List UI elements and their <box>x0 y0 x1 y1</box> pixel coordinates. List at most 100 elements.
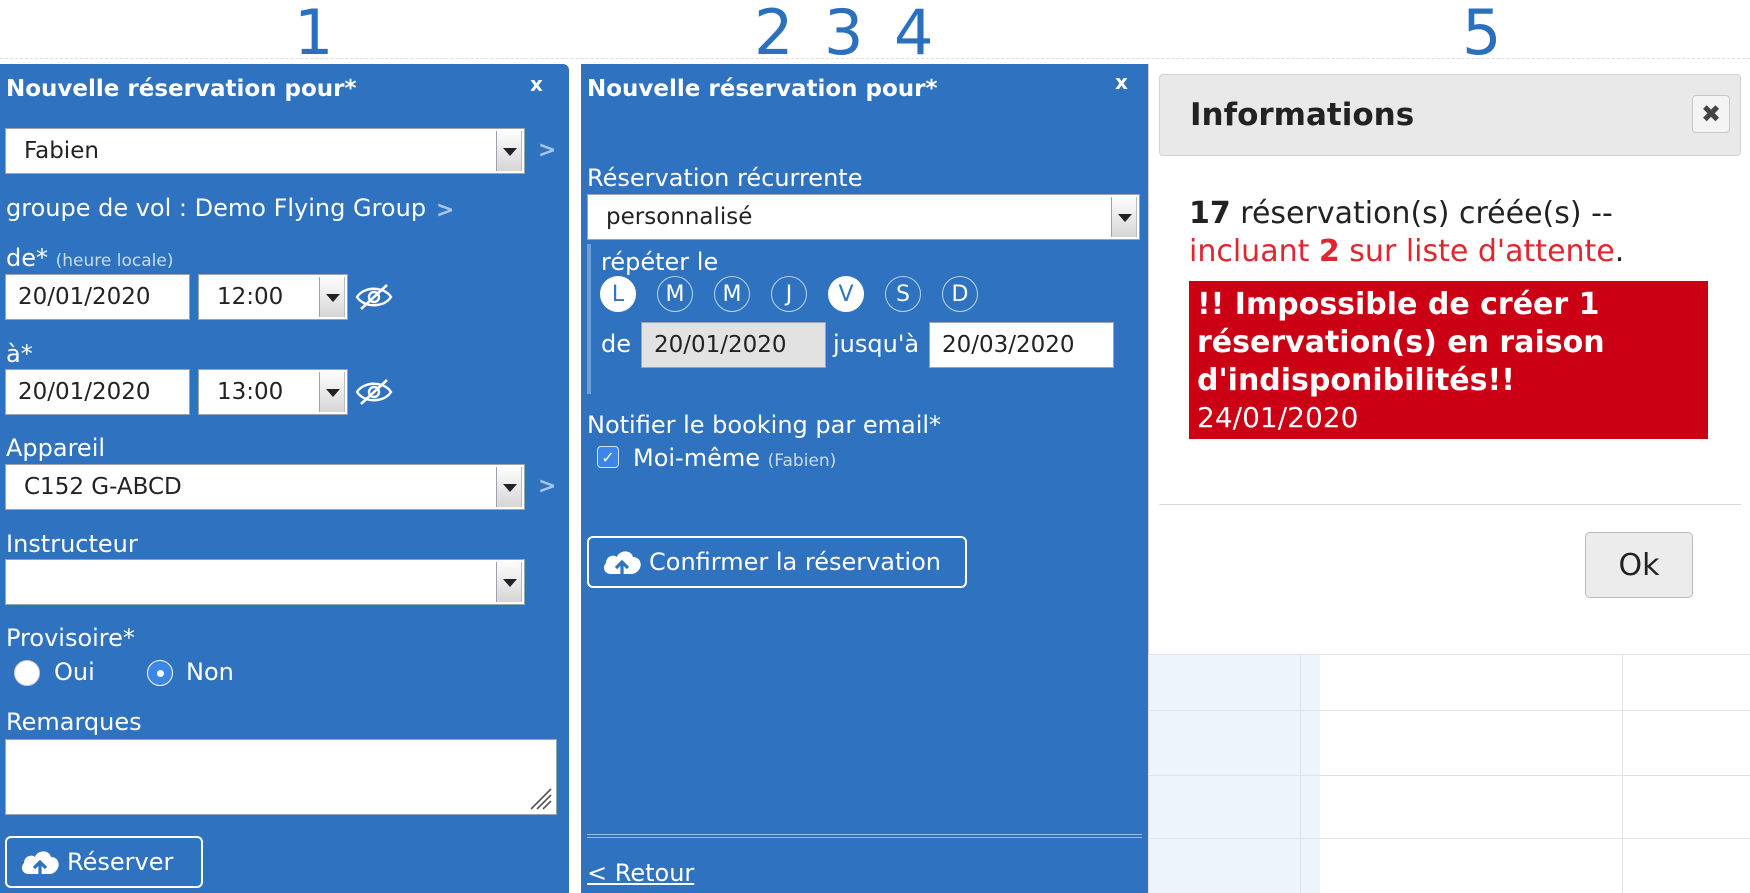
remarks-label: Remarques <box>6 708 142 736</box>
reserve-button[interactable]: Réserver <box>5 836 203 888</box>
eye-off-icon[interactable] <box>355 282 393 312</box>
from-label: de* (heure locale) <box>6 244 173 272</box>
day-toggle-friday[interactable]: V <box>828 276 864 312</box>
provisional-yes-radio[interactable] <box>14 660 40 686</box>
notify-self-name: (Fabien) <box>767 451 837 471</box>
notify-label: Notifier le booking par email* <box>587 411 942 439</box>
info-dialog: Informations ✖ 17 réservation(s) créée(s… <box>1148 64 1750 654</box>
close-icon[interactable]: ✖ <box>1692 95 1730 133</box>
from-date-input[interactable]: 20/01/2020 <box>5 274 190 320</box>
chevron-down-icon <box>496 467 522 507</box>
from-label-text: de* <box>6 244 48 272</box>
aircraft-label: Appareil <box>6 434 106 462</box>
booking-panel-step1: Nouvelle réservation pour* x Fabien > gr… <box>0 64 569 893</box>
created-count: 17 <box>1189 196 1231 231</box>
notify-self-text: Moi-même <box>633 444 761 472</box>
step-number-1: 1 <box>294 0 334 69</box>
error-line-3: d'indisponibilités!! <box>1197 363 1515 398</box>
recurrence-options <box>587 244 591 394</box>
aircraft-select-value: C152 G-ABCD <box>24 474 182 500</box>
remarks-textarea[interactable] <box>5 739 557 815</box>
step-number-2: 2 <box>754 0 794 69</box>
dialog-header: Informations ✖ <box>1159 74 1741 156</box>
instructor-select[interactable] <box>5 559 525 605</box>
chevron-down-icon <box>496 562 522 602</box>
chevron-down-icon <box>496 131 522 171</box>
chevron-down-icon <box>319 277 345 317</box>
reserve-button-label: Réserver <box>67 848 174 876</box>
waitlist-count: 2 <box>1318 234 1340 269</box>
cloud-upload-icon <box>21 851 59 876</box>
panel-title: Nouvelle réservation pour* <box>6 76 357 102</box>
aircraft-select[interactable]: C152 G-ABCD <box>5 464 525 510</box>
instructor-label: Instructeur <box>6 530 138 558</box>
confirm-booking-label: Confirmer la réservation <box>649 548 941 576</box>
eye-off-icon[interactable] <box>355 377 393 407</box>
error-date: 24/01/2020 <box>1197 401 1359 434</box>
day-toggle-saturday[interactable]: S <box>885 276 921 312</box>
recurring-select-value: personnalisé <box>606 204 753 230</box>
resize-handle-icon[interactable] <box>527 785 553 811</box>
recurrence-until-date[interactable]: 20/03/2020 <box>929 322 1114 368</box>
waitlist-prefix: incluant <box>1189 234 1319 269</box>
close-button[interactable]: x <box>1115 70 1128 94</box>
waitlist-suffix: sur liste d'attente <box>1339 234 1615 269</box>
to-time-value: 13:00 <box>217 379 284 405</box>
flying-group-link[interactable]: groupe de vol : Demo Flying Group <box>6 194 426 222</box>
chevron-down-icon <box>319 372 345 412</box>
confirm-booking-button[interactable]: Confirmer la réservation <box>587 536 967 588</box>
step-number-4: 4 <box>894 0 934 69</box>
provisional-yes-label[interactable]: Oui <box>54 658 95 686</box>
chevron-right-icon[interactable]: > <box>538 474 556 499</box>
notify-self-label[interactable]: Moi-même (Fabien) <box>633 444 836 472</box>
pilot-select[interactable]: Fabien <box>5 128 525 174</box>
recurring-label: Réservation récurrente <box>587 164 863 192</box>
error-line-1: !! Impossible de créer 1 <box>1197 287 1600 322</box>
local-time-hint: (heure locale) <box>55 251 174 271</box>
repeat-label: répéter le <box>601 248 719 276</box>
created-count-suffix: réservation(s) créée(s) -- <box>1230 196 1613 231</box>
provisional-no-label[interactable]: Non <box>186 658 234 686</box>
waitlist-period: . <box>1614 234 1625 269</box>
chevron-down-icon <box>1111 197 1137 237</box>
to-time-select[interactable]: 13:00 <box>198 369 348 415</box>
to-date-value: 20/01/2020 <box>18 379 151 405</box>
calendar-grid-cell <box>1300 654 1622 893</box>
ok-button[interactable]: Ok <box>1585 532 1693 598</box>
panel-title: Nouvelle réservation pour* <box>587 76 938 102</box>
error-line-2: réservation(s) en raison <box>1197 325 1605 360</box>
provisional-label: Provisoire* <box>6 624 135 652</box>
from-time-value: 12:00 <box>217 284 284 310</box>
dialog-footer-divider <box>1159 504 1741 505</box>
day-toggle-tuesday[interactable]: M <box>657 276 693 312</box>
from-time-select[interactable]: 12:00 <box>198 274 348 320</box>
step-number-5: 5 <box>1462 0 1502 69</box>
day-toggle-monday[interactable]: L <box>600 276 636 312</box>
recurrence-from-value: 20/01/2020 <box>654 332 787 358</box>
divider <box>587 834 1142 838</box>
recurrence-from-label: de <box>601 330 631 358</box>
from-date-value: 20/01/2020 <box>18 284 151 310</box>
close-button[interactable]: x <box>530 72 543 96</box>
chevron-right-icon[interactable]: > <box>538 138 556 163</box>
dialog-title: Informations <box>1190 97 1415 133</box>
day-toggle-sunday[interactable]: D <box>942 276 978 312</box>
calendar-grid-row <box>1148 775 1750 776</box>
recurrence-from-date: 20/01/2020 <box>641 322 826 368</box>
recurrence-until-label: jusqu'à <box>833 330 920 358</box>
day-toggle-wednesday[interactable]: M <box>714 276 750 312</box>
booking-panel-step2: Nouvelle réservation pour* x Réservation… <box>581 64 1148 893</box>
day-toggle-thursday[interactable]: J <box>771 276 807 312</box>
provisional-no-radio[interactable] <box>147 660 173 686</box>
chevron-right-icon[interactable]: > <box>436 198 454 223</box>
to-date-input[interactable]: 20/01/2020 <box>5 369 190 415</box>
calendar-grid-row <box>1148 838 1750 839</box>
recurrence-until-value: 20/03/2020 <box>942 332 1075 358</box>
to-label: à* <box>6 340 33 368</box>
created-count-text: 17 réservation(s) créée(s) -- <box>1189 196 1613 231</box>
notify-self-checkbox[interactable]: ✓ <box>597 446 619 468</box>
error-message-box: !! Impossible de créer 1 réservation(s) … <box>1189 281 1708 439</box>
recurring-select[interactable]: personnalisé <box>587 194 1140 240</box>
calendar-grid-cell <box>1622 654 1750 893</box>
back-link[interactable]: < Retour <box>587 859 694 887</box>
